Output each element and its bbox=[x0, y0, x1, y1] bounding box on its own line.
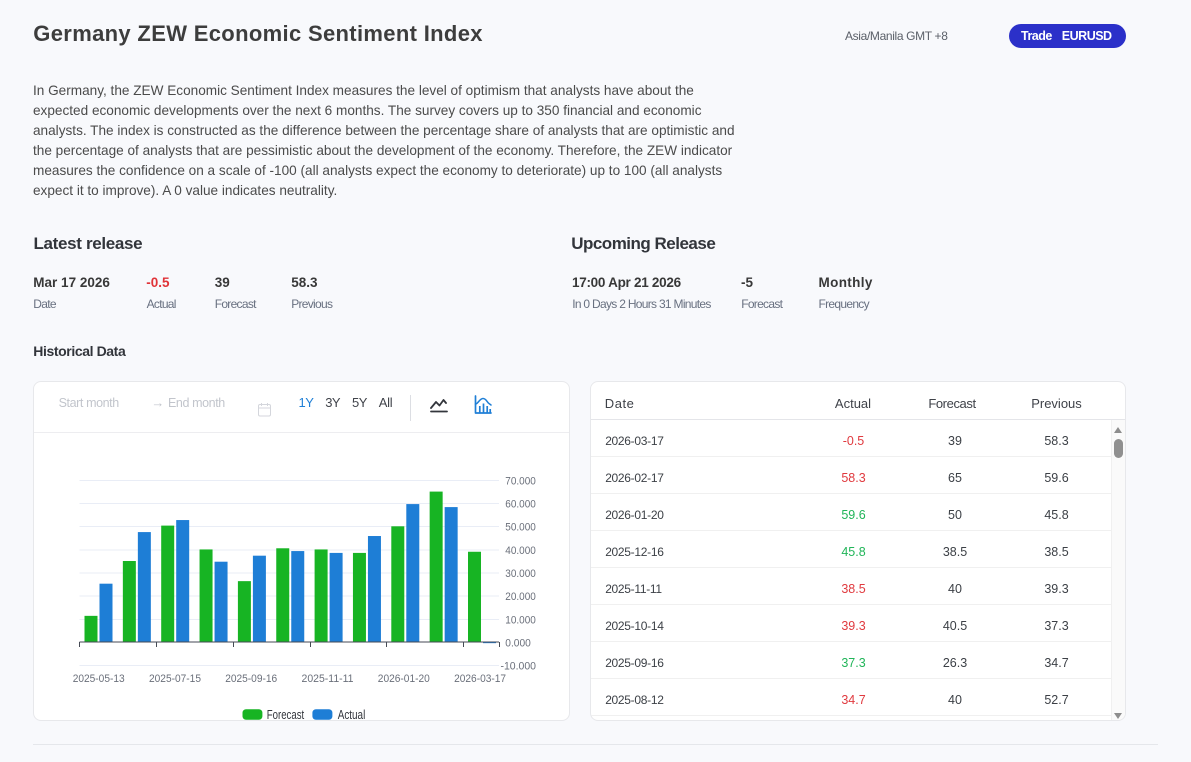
svg-text:0.000: 0.000 bbox=[505, 637, 531, 649]
svg-text:2025-09-16: 2025-09-16 bbox=[225, 673, 277, 685]
svg-text:60.000: 60.000 bbox=[505, 498, 536, 510]
svg-text:2026-03-17: 2026-03-17 bbox=[454, 673, 506, 685]
svg-text:2025-07-15: 2025-07-15 bbox=[149, 673, 201, 685]
svg-text:70.000: 70.000 bbox=[505, 475, 536, 487]
svg-text:2025-11-11: 2025-11-11 bbox=[302, 673, 354, 685]
svg-text:30.000: 30.000 bbox=[505, 568, 536, 580]
svg-text:40.000: 40.000 bbox=[505, 545, 536, 557]
svg-text:Forecast: Forecast bbox=[267, 707, 305, 720]
svg-text:2026-01-20: 2026-01-20 bbox=[378, 673, 430, 685]
svg-text:Actual: Actual bbox=[338, 707, 366, 720]
svg-text:10.000: 10.000 bbox=[505, 614, 536, 626]
svg-text:-10.000: -10.000 bbox=[501, 660, 537, 672]
svg-text:50.000: 50.000 bbox=[505, 521, 536, 533]
svg-text:2025-05-13: 2025-05-13 bbox=[73, 673, 125, 685]
svg-text:20.000: 20.000 bbox=[505, 591, 536, 603]
